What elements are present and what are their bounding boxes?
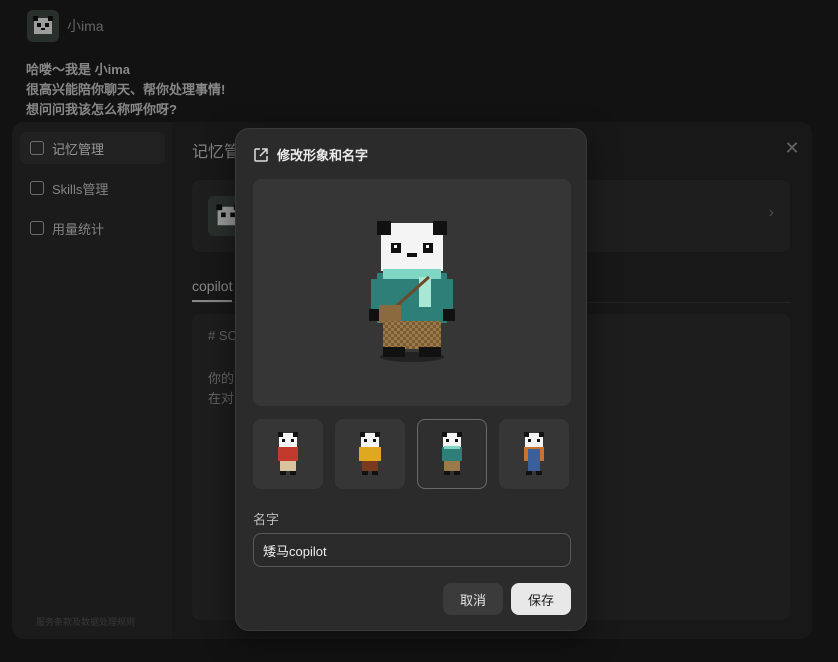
dialog-title: 修改形象和名字 — [277, 148, 369, 163]
save-button[interactable]: 保存 — [511, 583, 571, 615]
avatar-option-blue-overalls[interactable] — [499, 419, 569, 489]
avatar-option-teal-sweater[interactable] — [417, 419, 487, 489]
panda-yellow-sweater-icon — [359, 432, 381, 475]
panda-teal-sweater-icon — [442, 432, 462, 475]
edit-avatar-dialog: 修改形象和名字 名字 矮马copilot 取消 保存 — [235, 128, 587, 631]
panda-blue-overalls-icon — [524, 432, 544, 475]
edit-icon — [254, 147, 268, 162]
avatar-option-yellow-sweater[interactable] — [335, 419, 405, 489]
avatar-option-red-jacket[interactable] — [253, 419, 323, 489]
panda-avatar-large — [369, 221, 455, 362]
name-label: 名字 — [253, 512, 280, 527]
dialog-header: 修改形象和名字 — [253, 145, 368, 164]
panda-red-jacket-icon — [278, 432, 298, 475]
cancel-button[interactable]: 取消 — [443, 583, 503, 615]
avatar-preview — [253, 179, 571, 406]
avatar-options — [253, 419, 571, 489]
name-input[interactable] — [253, 533, 571, 567]
